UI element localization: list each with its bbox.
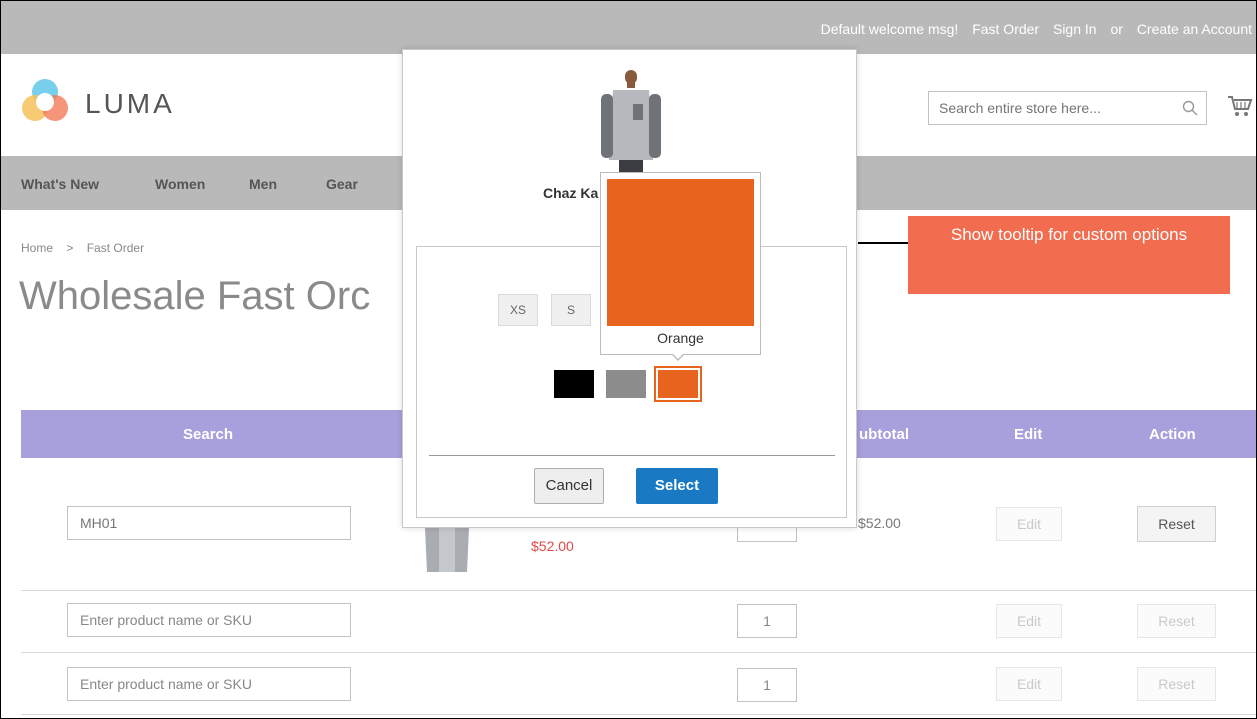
- header-links: Default welcome msg! Fast Order Sign In …: [811, 21, 1252, 37]
- sign-in-link[interactable]: Sign In: [1053, 21, 1097, 37]
- fast-order-link[interactable]: Fast Order: [972, 21, 1039, 37]
- modal-product-name: Chaz Ka: [543, 185, 599, 201]
- column-header-search: Search: [183, 426, 234, 443]
- qty-input[interactable]: 1: [737, 604, 797, 638]
- column-header-edit: Edit: [1014, 426, 1043, 443]
- row-divider: [21, 714, 1256, 715]
- reset-button[interactable]: Reset: [1137, 604, 1216, 638]
- edit-button[interactable]: Edit: [996, 604, 1062, 638]
- cart-icon[interactable]: [1227, 94, 1253, 118]
- create-account-link[interactable]: Create an Account: [1137, 21, 1252, 37]
- nav-item-men[interactable]: Men: [249, 176, 277, 192]
- color-option-gray[interactable]: [606, 370, 646, 398]
- product-image: [601, 70, 661, 174]
- cancel-button[interactable]: Cancel: [534, 468, 604, 504]
- search-icon[interactable]: [1182, 100, 1198, 116]
- luma-logo-icon[interactable]: [21, 78, 69, 126]
- callout-pointer-line: [858, 242, 908, 244]
- color-option-black[interactable]: [554, 370, 594, 398]
- nav-item-whats-new[interactable]: What's New: [21, 176, 99, 192]
- select-button[interactable]: Select: [636, 468, 718, 504]
- color-option-orange[interactable]: [654, 366, 702, 402]
- column-header-subtotal: ubtotal: [859, 426, 909, 443]
- tooltip-color-preview: [607, 179, 754, 326]
- column-header-action: Action: [1149, 426, 1196, 443]
- size-option-xs[interactable]: XS: [498, 294, 538, 326]
- sku-input-empty[interactable]: Enter product name or SKU: [67, 603, 351, 637]
- breadcrumb-separator: >: [66, 241, 74, 255]
- size-option-s[interactable]: S: [551, 294, 591, 326]
- breadcrumb-current: Fast Order: [86, 241, 145, 255]
- callout-annotation: Show tooltip for custom options: [908, 216, 1230, 294]
- row-subtotal: $52.00: [858, 515, 901, 531]
- reset-button[interactable]: Reset: [1137, 506, 1216, 542]
- row-divider: [21, 652, 1256, 653]
- swatch-tooltip: Orange: [600, 172, 761, 355]
- product-thumbnail: [425, 528, 469, 572]
- product-price: $52.00: [531, 538, 574, 554]
- reset-button[interactable]: Reset: [1137, 667, 1216, 701]
- breadcrumb: Home > Fast Order: [21, 241, 144, 255]
- options-divider: [429, 455, 835, 456]
- breadcrumb-home[interactable]: Home: [21, 241, 53, 255]
- top-bar: Default welcome msg! Fast Order Sign In …: [1, 1, 1256, 54]
- edit-button[interactable]: Edit: [996, 667, 1062, 701]
- or-text: or: [1110, 21, 1123, 37]
- page-title: Wholesale Fast Orc: [19, 274, 371, 318]
- row-divider: [21, 590, 1256, 591]
- tooltip-arrow-inner-icon: [672, 353, 684, 359]
- sku-input-empty[interactable]: Enter product name or SKU: [67, 667, 351, 701]
- qty-input[interactable]: 1: [737, 668, 797, 702]
- page: Default welcome msg! Fast Order Sign In …: [0, 0, 1257, 719]
- welcome-message: Default welcome msg!: [820, 21, 959, 37]
- edit-button[interactable]: Edit: [996, 507, 1062, 541]
- tooltip-label: Orange: [657, 330, 704, 346]
- search-input[interactable]: [929, 92, 1169, 124]
- nav-item-women[interactable]: Women: [155, 176, 205, 192]
- logo-text[interactable]: LUMA: [85, 88, 175, 120]
- sku-input[interactable]: MH01: [67, 506, 351, 540]
- search-box[interactable]: [928, 91, 1207, 125]
- nav-item-gear[interactable]: Gear: [326, 176, 358, 192]
